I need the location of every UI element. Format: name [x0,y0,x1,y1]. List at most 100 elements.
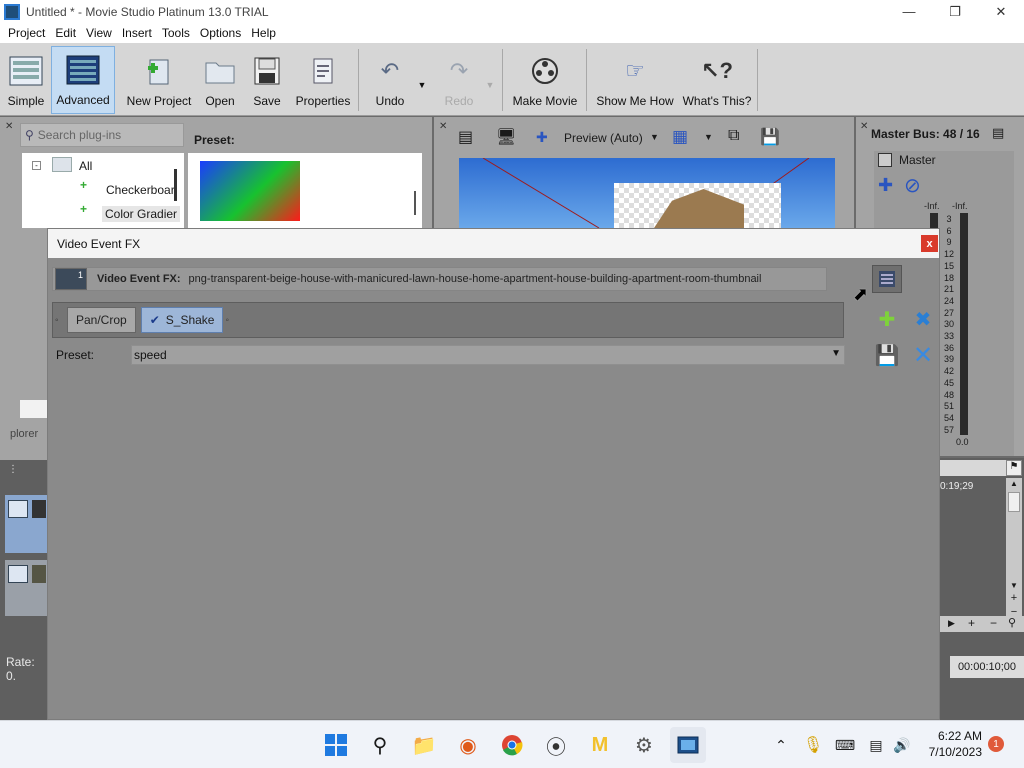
save-preset-icon[interactable]: 💾 [872,341,902,369]
preset-label: Preset: [56,348,95,362]
fx-chain: ◦ Pan/Crop ✔ S_Shake ◦ [52,302,844,338]
collapse-icon[interactable]: - [32,161,41,170]
menu-help[interactable]: Help [246,26,281,40]
tree-scrollbar[interactable] [174,169,177,201]
system-clock[interactable]: 6:22 AM 7/10/2023 [918,728,982,760]
windows-start-icon[interactable] [318,727,354,763]
zoom-in-icon[interactable]: + [1006,592,1022,604]
drag-grip-icon[interactable]: ⋮ [8,464,18,475]
meter-scale-tick: 45 [943,377,954,388]
menu-options[interactable]: Options [195,26,246,40]
dialog-close-button[interactable]: x [921,235,938,252]
add-plugin-icon[interactable]: ✚ [872,305,902,333]
chrome-icon[interactable] [494,727,530,763]
new-project-button[interactable]: New Project [124,46,194,114]
delete-preset-icon[interactable]: ✕ [908,341,938,369]
plugin-panel: ✕ ⚲ Search plug-ins - All + Checkerboar … [0,117,432,228]
timecode-ruler: 0:19;29 [940,481,974,492]
vertical-scrollbar[interactable]: ▲ ▼ + − [1006,478,1022,620]
folder-icon [52,157,72,172]
redo-button[interactable]: ↷ Redo [436,46,482,114]
save-button[interactable]: Save [248,46,286,114]
menu-view[interactable]: View [81,26,117,40]
minimize-button[interactable]: — [886,0,932,23]
audio-track-header[interactable] [5,560,47,616]
movie-studio-icon[interactable] [670,727,706,763]
plugin-chain-icon[interactable] [872,265,902,293]
meter-scale-tick: 48 [943,389,954,400]
mixer-properties-icon[interactable]: ▤ [992,125,1004,141]
split-screen-icon[interactable]: ✚ [536,129,548,146]
menu-tools[interactable]: Tools [157,26,195,40]
toolbar-separator [502,49,503,111]
open-button[interactable]: Open [200,46,240,114]
mute-icon[interactable]: ⊘ [904,173,921,198]
undo-icon: ↶ [380,58,400,83]
remove-plugin-icon[interactable]: ✖ [908,305,938,333]
undo-button[interactable]: ↶ Undo [366,46,414,114]
chevron-down-icon[interactable]: ▼ [650,132,659,142]
menu-insert[interactable]: Insert [117,26,157,40]
zoom-out-icon[interactable]: − [990,616,997,630]
settings-gear-icon[interactable]: ⚙ [626,727,662,763]
tree-item-all[interactable]: All [79,159,92,173]
video-properties-icon[interactable]: ▤ [458,127,478,147]
advanced-button[interactable]: Advanced [51,46,115,114]
close-panel-icon[interactable]: ✕ [439,121,447,132]
plugin-search[interactable]: ⚲ Search plug-ins [20,123,184,147]
monitor-icon[interactable]: 🖥 [496,127,518,147]
menu-edit[interactable]: Edit [50,26,81,40]
search-icon[interactable]: ⚲ [362,727,398,763]
zoom-in-icon[interactable]: + [968,616,975,630]
tree-item-color-gradient[interactable]: Color Gradier [102,206,181,222]
right-peak: -Inf. [952,201,968,211]
show-me-how-button[interactable]: ☞ Show Me How [594,46,676,114]
obs-icon[interactable]: ⦿ [538,727,574,763]
chevron-up-icon[interactable]: ▲ [1006,478,1022,490]
redo-dropdown-button[interactable]: ▼ [482,46,498,114]
firefox-icon[interactable]: ◉ [450,727,486,763]
preset-heading: Preset: [194,133,235,147]
app-m-icon[interactable]: M [582,727,618,763]
tree-item-checkerboard[interactable]: Checkerboar [106,183,175,197]
file-explorer-icon[interactable]: 📁 [406,727,442,763]
make-movie-button[interactable]: Make Movie [508,46,582,114]
fx-event-name: png-transparent-beige-house-with-manicur… [188,273,762,285]
menu-project[interactable]: Project [3,26,50,40]
preview-mode-dropdown[interactable]: Preview (Auto) [564,131,643,145]
chevron-up-icon[interactable]: ⌃ [763,727,799,763]
whats-this-button[interactable]: ↖? What's This? [682,46,752,114]
checkmark-icon[interactable]: ✔ [150,313,160,327]
gradient-preset-thumbnail[interactable] [200,161,300,221]
volume-icon[interactable]: 🔊 [884,727,920,763]
chain-item-s-shake[interactable]: ✔ S_Shake [140,307,224,333]
restore-button[interactable]: ❐ [932,0,978,23]
copy-snapshot-icon[interactable]: ⧉ [728,127,739,145]
scroll-right-icon[interactable]: ▶ [948,618,955,629]
close-panel-icon[interactable]: ✕ [5,121,13,132]
bus-properties-icon[interactable] [878,153,892,167]
microphone-icon[interactable]: 🎙 [795,727,831,763]
chain-item-pan-crop[interactable]: Pan/Crop [67,307,136,333]
undo-dropdown-button[interactable]: ▼ [414,46,430,114]
preset-dropdown[interactable]: speed ▼ [131,345,845,365]
simple-button[interactable]: Simple [4,46,48,114]
timecode-display: 00:00:10;00 [950,656,1024,678]
close-window-button[interactable]: ✕ [978,0,1024,23]
save-snapshot-icon[interactable]: 💾 [760,127,780,147]
meter-scale-tick: 57 [943,424,954,435]
scroll-thumb[interactable] [1008,492,1020,512]
properties-button[interactable]: Properties [292,46,354,114]
chevron-down-icon[interactable]: ▼ [1006,581,1022,590]
explorer-tab[interactable]: plorer [10,428,38,440]
right-meter [960,213,968,435]
preset-scrollbar[interactable] [414,191,416,215]
close-panel-icon[interactable]: ✕ [860,121,868,132]
overlays-grid-icon[interactable]: ▦ [672,127,688,147]
fx-icon[interactable]: ✚ [878,175,893,196]
notification-badge[interactable]: 1 [988,736,1004,752]
marker-icon[interactable]: ⚑ [1006,460,1022,476]
chevron-down-icon[interactable]: ▼ [704,132,713,142]
magnifier-icon[interactable]: ⚲ [1008,616,1016,629]
video-track-header[interactable] [5,495,47,553]
